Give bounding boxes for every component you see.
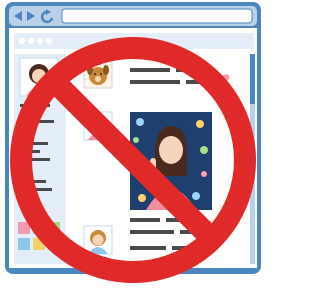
- scrollbar-thumb[interactable]: [250, 54, 255, 104]
- address-bar[interactable]: [61, 8, 253, 24]
- no-social-media-illustration: [5, 2, 261, 283]
